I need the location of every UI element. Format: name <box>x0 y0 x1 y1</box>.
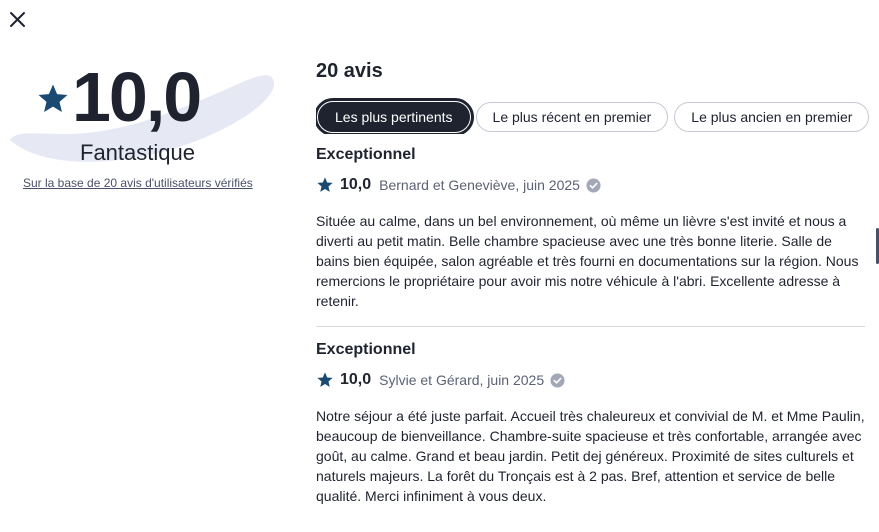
review-text: Notre séjour a été juste parfait. Accuei… <box>316 408 865 504</box>
tab-oldest-first[interactable]: Le plus ancien en premier <box>674 102 870 132</box>
review-score: 10,0 <box>340 371 372 388</box>
verified-check-icon <box>550 372 565 388</box>
reviews-panel: 20 avis Les plus pertinents Le plus réce… <box>316 60 879 506</box>
tab-newest-first[interactable]: Le plus récent en premier <box>475 102 669 132</box>
review-meta: 10,0 Sylvie et Gérard, juin 2025 <box>316 369 865 391</box>
sort-tabs: Les plus pertinents Le plus récent en pr… <box>316 98 879 134</box>
review-meta: 10,0 Bernard et Geneviève, juin 2025 <box>316 174 865 196</box>
overall-score: 10,0 <box>36 58 202 136</box>
star-icon <box>317 372 333 387</box>
close-button[interactable] <box>8 10 28 30</box>
reviews-count: 20 avis <box>316 60 383 82</box>
star-icon <box>317 177 333 192</box>
review-author: Bernard et Geneviève, juin 2025 <box>379 177 580 193</box>
verified-check-icon <box>586 177 601 193</box>
review-title: Exceptionnel <box>316 341 416 358</box>
review-author: Sylvie et Gérard, juin 2025 <box>379 372 545 388</box>
review-divider <box>316 326 865 327</box>
overall-score-value: 10,0 <box>72 58 202 136</box>
review-title: Exceptionnel <box>316 146 416 163</box>
review-score: 10,0 <box>340 176 372 193</box>
close-icon <box>10 12 25 27</box>
rating-summary: 10,0 Fantastique Sur la base de 20 avis … <box>0 50 290 200</box>
tab-most-relevant[interactable]: Les plus pertinents <box>316 98 474 134</box>
star-icon <box>38 84 68 113</box>
review-card: Exceptionnel 10,0 Bernard et Geneviève, … <box>316 146 865 327</box>
rating-word: Fantastique <box>80 140 195 165</box>
review-text: Située au calme, dans un bel environneme… <box>316 213 859 309</box>
review-card: Exceptionnel 10,0 Sylvie et Gérard, juin… <box>316 341 865 506</box>
verified-reviews-link[interactable]: Sur la base de 20 avis d'utilisateurs vé… <box>23 176 253 190</box>
